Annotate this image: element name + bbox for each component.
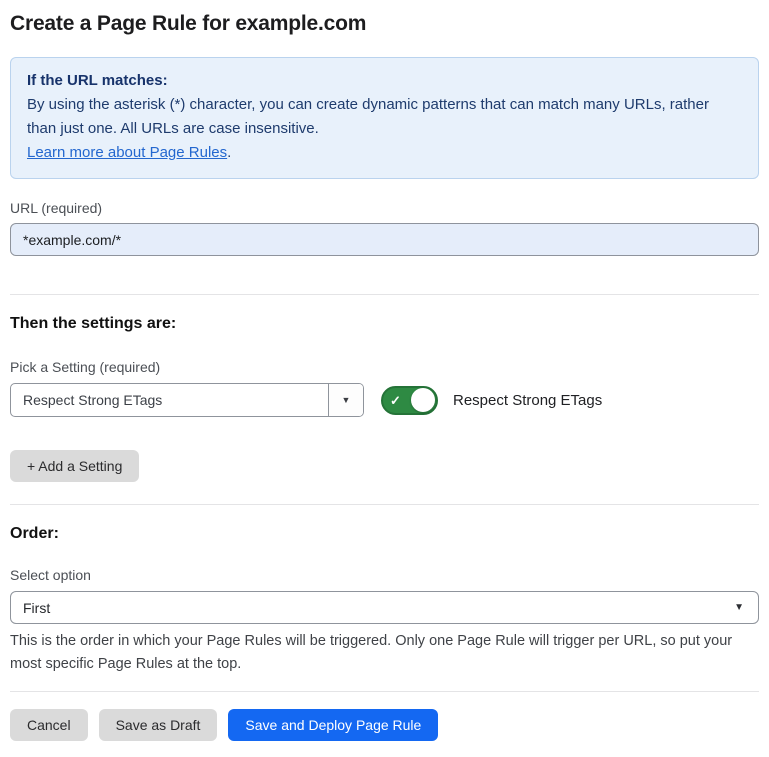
cancel-button[interactable]: Cancel [10, 709, 88, 741]
info-callout-link-row: Learn more about Page Rules. [27, 141, 742, 165]
section-divider-2 [10, 504, 759, 505]
toggle-knob [411, 388, 435, 412]
chevron-down-icon: ▼ [734, 602, 744, 613]
pick-setting-label: Pick a Setting (required) [10, 359, 759, 375]
save-and-deploy-button[interactable]: Save and Deploy Page Rule [228, 709, 438, 741]
dropdown-arrow-icon: ▼ [342, 395, 351, 405]
info-callout-heading: If the URL matches: [27, 69, 742, 93]
url-match-info-callout: If the URL matches: By using the asteris… [10, 57, 759, 179]
create-page-rule-form: Create a Page Rule for example.com If th… [0, 0, 769, 757]
setting-toggle[interactable]: ✓ [381, 386, 438, 415]
setting-toggle-label: Respect Strong ETags [453, 392, 602, 409]
save-as-draft-button[interactable]: Save as Draft [99, 709, 218, 741]
url-field-label: URL (required) [10, 200, 759, 216]
toggle-check-icon: ✓ [390, 394, 401, 407]
order-help-text: This is the order in which your Page Rul… [10, 630, 755, 676]
section-divider-1 [10, 294, 759, 295]
add-setting-button[interactable]: + Add a Setting [10, 450, 139, 482]
section-divider-3 [10, 691, 759, 692]
setting-dropdown[interactable]: Respect Strong ETags ▼ [10, 383, 364, 417]
info-callout-body: By using the asterisk (*) character, you… [27, 93, 742, 141]
order-select[interactable]: First ▼ [10, 591, 759, 624]
learn-more-link[interactable]: Learn more about Page Rules [27, 144, 227, 161]
setting-row: Respect Strong ETags ▼ ✓ Respect Strong … [10, 383, 759, 417]
page-title: Create a Page Rule for example.com [10, 12, 759, 36]
order-select-value: First [23, 600, 50, 616]
url-input[interactable] [10, 223, 759, 256]
form-actions: Cancel Save as Draft Save and Deploy Pag… [10, 709, 759, 741]
link-suffix-period: . [227, 144, 231, 161]
order-select-label: Select option [10, 567, 759, 583]
setting-dropdown-value: Respect Strong ETags [11, 384, 328, 416]
settings-section-heading: Then the settings are: [10, 315, 759, 333]
setting-dropdown-arrow-button[interactable]: ▼ [328, 384, 363, 416]
order-section-heading: Order: [10, 525, 759, 543]
